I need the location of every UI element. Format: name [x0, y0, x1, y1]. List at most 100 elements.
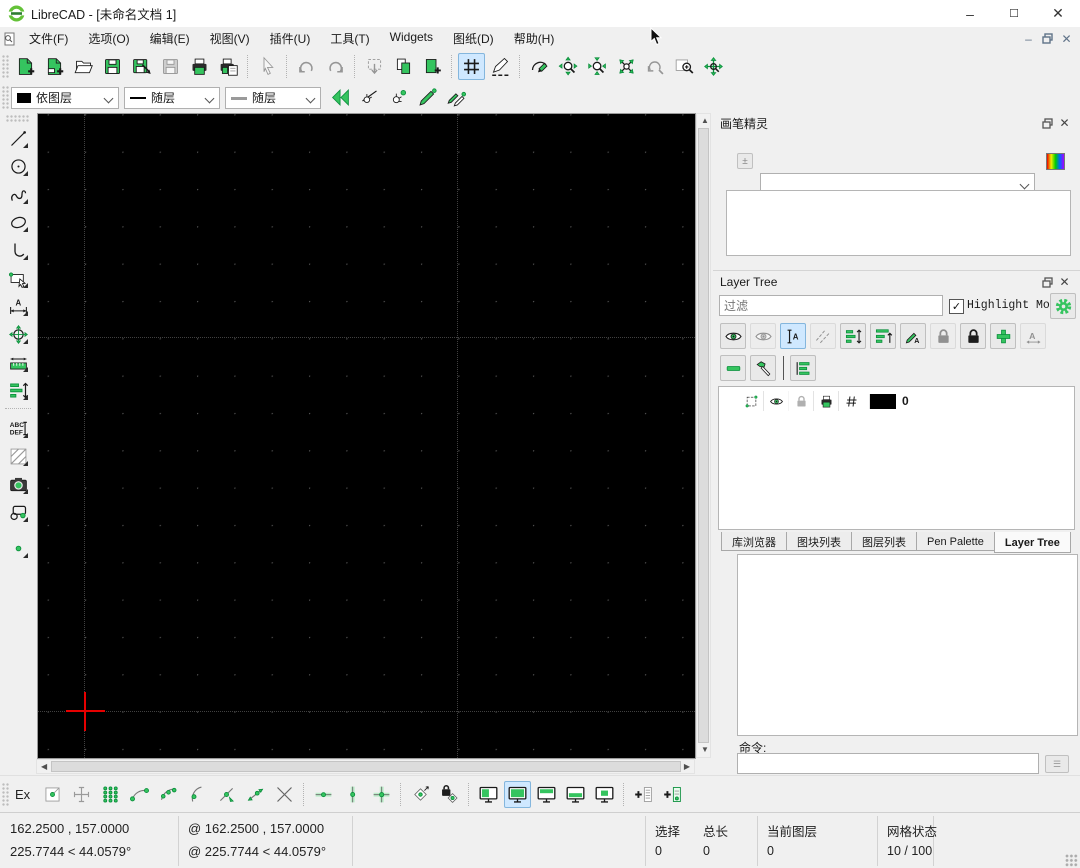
close-panel-icon[interactable]: ✕	[1056, 115, 1073, 131]
modify-layer-button[interactable]	[750, 355, 776, 381]
unlock-all-layers-button[interactable]	[930, 323, 956, 349]
resize-grip[interactable]	[1065, 854, 1078, 867]
dimension-tool[interactable]: A	[5, 293, 32, 320]
dock-widgets-left-button[interactable]	[475, 781, 502, 808]
new-document-button[interactable]	[12, 53, 39, 80]
copy-pen-button[interactable]	[443, 84, 470, 111]
toolbar-handle[interactable]	[6, 115, 30, 122]
snap-points-button[interactable]	[97, 781, 124, 808]
new-from-template-button[interactable]	[41, 53, 68, 80]
snap-free-button[interactable]	[39, 781, 66, 808]
menu-edit[interactable]: 编辑(E)	[140, 27, 200, 50]
eye-icon[interactable]	[763, 391, 788, 411]
pen-width-combo[interactable]: 随层	[225, 87, 321, 109]
lock-icon[interactable]	[788, 391, 813, 411]
pen-color-combo[interactable]: 依图层	[11, 87, 119, 109]
pen-wizard-spin-button[interactable]: ±	[737, 153, 753, 169]
print-icon[interactable]	[813, 391, 838, 411]
toolbar-handle[interactable]	[2, 86, 9, 110]
restrict-orthogonal-button[interactable]	[368, 781, 395, 808]
menu-file[interactable]: 文件(F)	[19, 27, 78, 50]
select-tool[interactable]	[5, 265, 32, 292]
curve-tool[interactable]	[5, 181, 32, 208]
undo-button[interactable]	[293, 53, 320, 80]
set-relative-zero-button[interactable]	[407, 781, 434, 808]
order-tool[interactable]	[5, 377, 32, 404]
dock-tab-图层列表[interactable]: 图层列表	[851, 532, 917, 551]
menu-drawings[interactable]: 图纸(D)	[443, 27, 504, 50]
snap-distance-button[interactable]	[242, 781, 269, 808]
construction-layer-button[interactable]	[810, 323, 836, 349]
dock-widgets-top-button[interactable]	[533, 781, 560, 808]
rename-layer-button[interactable]: A	[900, 323, 926, 349]
save-all-button[interactable]	[157, 53, 184, 80]
command-history[interactable]	[737, 554, 1078, 736]
dock-tab-pen-palette[interactable]: Pen Palette	[916, 532, 995, 551]
snap-endpoints-button[interactable]	[126, 781, 153, 808]
pen-linetype-combo[interactable]: 随层	[124, 87, 220, 109]
cut-button[interactable]	[361, 53, 388, 80]
grid-toggle-button[interactable]	[458, 53, 485, 80]
dock-widgets-full-button[interactable]	[504, 781, 531, 808]
remove-layer-button[interactable]	[720, 355, 746, 381]
float-panel-icon[interactable]	[1039, 274, 1056, 290]
dock-tab-layer-tree[interactable]: Layer Tree	[994, 532, 1071, 553]
mdi-minimize-button[interactable]: –	[1019, 30, 1038, 47]
zoom-auto-button[interactable]	[613, 53, 640, 80]
toolbar-handle[interactable]	[2, 55, 9, 79]
open-button[interactable]	[70, 53, 97, 80]
show-all-layers-button[interactable]	[720, 323, 746, 349]
zoom-previous-button[interactable]	[642, 53, 669, 80]
redo-button[interactable]	[322, 53, 349, 80]
add-layer-button[interactable]	[990, 323, 1016, 349]
horizontal-scrollbar[interactable]: ◀ ▶	[36, 759, 695, 774]
sort-layers-top-button[interactable]	[870, 323, 896, 349]
close-panel-icon[interactable]: ✕	[1056, 274, 1073, 290]
paste-button[interactable]	[419, 53, 446, 80]
color-palette-button[interactable]	[1046, 153, 1065, 170]
layer-color-swatch[interactable]	[869, 394, 896, 409]
text-tool[interactable]: ABCDEF	[5, 415, 32, 442]
save-button[interactable]	[99, 53, 126, 80]
zoom-out-button[interactable]	[584, 53, 611, 80]
layer-tree-settings-button[interactable]	[1050, 293, 1076, 319]
highlight-mode-checkbox[interactable]: ✓	[949, 299, 964, 314]
layer-list[interactable]: 0	[718, 386, 1075, 530]
menu-help[interactable]: 帮助(H)	[504, 27, 565, 50]
drawing-canvas[interactable]	[37, 113, 696, 759]
snap-middle-button[interactable]	[213, 781, 240, 808]
polyline-tool[interactable]	[5, 237, 32, 264]
copy-button[interactable]	[390, 53, 417, 80]
snap-grid-button[interactable]	[68, 781, 95, 808]
snap-center-button[interactable]	[184, 781, 211, 808]
print-preview-button[interactable]	[215, 53, 242, 80]
menu-plugins[interactable]: 插件(U)	[260, 27, 321, 50]
apply-pen-button[interactable]	[414, 84, 441, 111]
menu-widgets[interactable]: Widgets	[380, 27, 443, 50]
block-tool[interactable]	[5, 499, 32, 526]
sort-layers-button[interactable]	[840, 323, 866, 349]
command-options-button[interactable]: ☰	[1045, 755, 1069, 773]
add-command-widget-button[interactable]	[630, 781, 657, 808]
selection-rect-icon[interactable]	[739, 391, 763, 411]
vertical-scrollbar[interactable]: ▲ ▼	[696, 113, 711, 758]
close-button[interactable]: ✕	[1036, 0, 1080, 27]
pen-wizard-list[interactable]	[726, 190, 1071, 256]
snap-on-entity-button[interactable]	[155, 781, 182, 808]
add-pen-palette-button[interactable]	[659, 781, 686, 808]
menu-tools[interactable]: 工具(T)	[320, 27, 379, 50]
select-pointer-button[interactable]	[254, 53, 281, 80]
back-button[interactable]	[327, 84, 354, 111]
menu-options[interactable]: 选项(O)	[78, 27, 139, 50]
save-as-button[interactable]	[128, 53, 155, 80]
zoom-in-button[interactable]	[555, 53, 582, 80]
menu-view[interactable]: 视图(V)	[200, 27, 260, 50]
info-tool[interactable]	[5, 349, 32, 376]
minimize-button[interactable]: –	[948, 0, 992, 27]
redraw-button[interactable]	[526, 53, 553, 80]
point-tool[interactable]	[5, 535, 32, 562]
image-tool[interactable]	[5, 471, 32, 498]
restrict-vertical-button[interactable]	[339, 781, 366, 808]
layer-attributes-button[interactable]: A	[1020, 323, 1046, 349]
command-input[interactable]	[737, 753, 1039, 774]
